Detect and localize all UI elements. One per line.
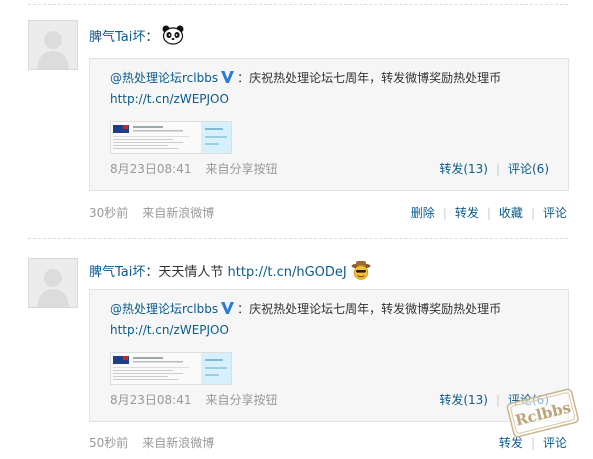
- post-headline: 脾气Tai坏：天天情人节 http://t.cn/hGODeJ: [89, 260, 371, 284]
- forward-url-link[interactable]: http://t.cn/zWEPJOO: [110, 92, 229, 106]
- divider: |: [495, 393, 500, 407]
- post-time[interactable]: 50秒前: [89, 436, 128, 450]
- favorite-button[interactable]: 收藏: [499, 206, 523, 220]
- forward-repost-button[interactable]: 转发(13): [439, 162, 488, 176]
- divider: |: [495, 162, 500, 176]
- forwarded-post: @热处理论坛rclbbs ：庆祝热处理论坛七周年，转发微博奖励热处理币 http:…: [89, 289, 569, 422]
- forward-comment-button[interactable]: 评论(6): [508, 162, 549, 176]
- colon: ：: [145, 30, 159, 45]
- post-actions: 删除 | 转发 | 收藏 | 评论: [411, 204, 567, 221]
- author-name[interactable]: 脾气Tai坏: [89, 265, 145, 280]
- forwarded-post: @热处理论坛rclbbs ：庆祝热处理论坛七周年，转发微博奖励热处理币 http:…: [89, 58, 569, 191]
- post-source[interactable]: 来自新浪微博: [142, 206, 214, 220]
- colon: ：: [145, 265, 159, 280]
- colon: ：: [237, 302, 250, 316]
- post-headline: 脾气Tai坏：: [89, 25, 184, 49]
- comment-button[interactable]: 评论: [543, 206, 567, 220]
- forward-actions: 转发(13) | 评论(6): [439, 160, 549, 177]
- forward-source[interactable]: 来自分享按钮: [206, 393, 278, 407]
- forward-thumbnail[interactable]: [110, 121, 232, 154]
- post-meta: 30秒前 来自新浪微博: [89, 204, 214, 221]
- verified-v-icon: [220, 301, 235, 315]
- divider: |: [530, 206, 535, 220]
- avatar[interactable]: [28, 258, 78, 308]
- panda-icon: [162, 25, 184, 49]
- post-short-link[interactable]: http://t.cn/hGODeJ: [228, 265, 347, 280]
- forward-date[interactable]: 8月23日08:41: [110, 393, 192, 407]
- forward-headline: @热处理论坛rclbbs ：庆祝热处理论坛七周年，转发微博奖励热处理币: [110, 300, 501, 317]
- verified-v-icon: [220, 70, 235, 84]
- colon: ：: [237, 71, 250, 85]
- divider: |: [442, 206, 447, 220]
- post-text: 天天情人节: [158, 265, 228, 280]
- cowboy-face-icon: [351, 260, 371, 284]
- forward-source[interactable]: 来自分享按钮: [206, 162, 278, 176]
- forward-author[interactable]: @热处理论坛rclbbs: [110, 71, 218, 85]
- forward-meta: 8月23日08:41 来自分享按钮: [110, 160, 278, 177]
- post-separator: [28, 4, 568, 5]
- forward-headline: @热处理论坛rclbbs ：庆祝热处理论坛七周年，转发微博奖励热处理币: [110, 69, 501, 86]
- forward-url-link[interactable]: http://t.cn/zWEPJOO: [110, 323, 229, 337]
- post-source[interactable]: 来自新浪微博: [142, 436, 214, 450]
- forward-thumbnail[interactable]: [110, 352, 232, 385]
- forward-repost-button[interactable]: 转发(13): [439, 393, 488, 407]
- post-meta: 50秒前 来自新浪微博: [89, 434, 214, 451]
- forward-text: 庆祝热处理论坛七周年，转发微博奖励热处理币: [249, 71, 502, 85]
- repost-button[interactable]: 转发: [455, 206, 479, 220]
- author-name[interactable]: 脾气Tai坏: [89, 30, 145, 45]
- avatar[interactable]: [28, 20, 78, 70]
- post-time[interactable]: 30秒前: [89, 206, 128, 220]
- forward-author[interactable]: @热处理论坛rclbbs: [110, 302, 218, 316]
- delete-button[interactable]: 删除: [411, 206, 435, 220]
- forward-text: 庆祝热处理论坛七周年，转发微博奖励热处理币: [249, 302, 502, 316]
- forward-meta: 8月23日08:41 来自分享按钮: [110, 391, 278, 408]
- watermark-logo: Rclbbs: [504, 384, 582, 444]
- divider: |: [486, 206, 491, 220]
- forward-date[interactable]: 8月23日08:41: [110, 162, 192, 176]
- post-separator: [28, 238, 568, 239]
